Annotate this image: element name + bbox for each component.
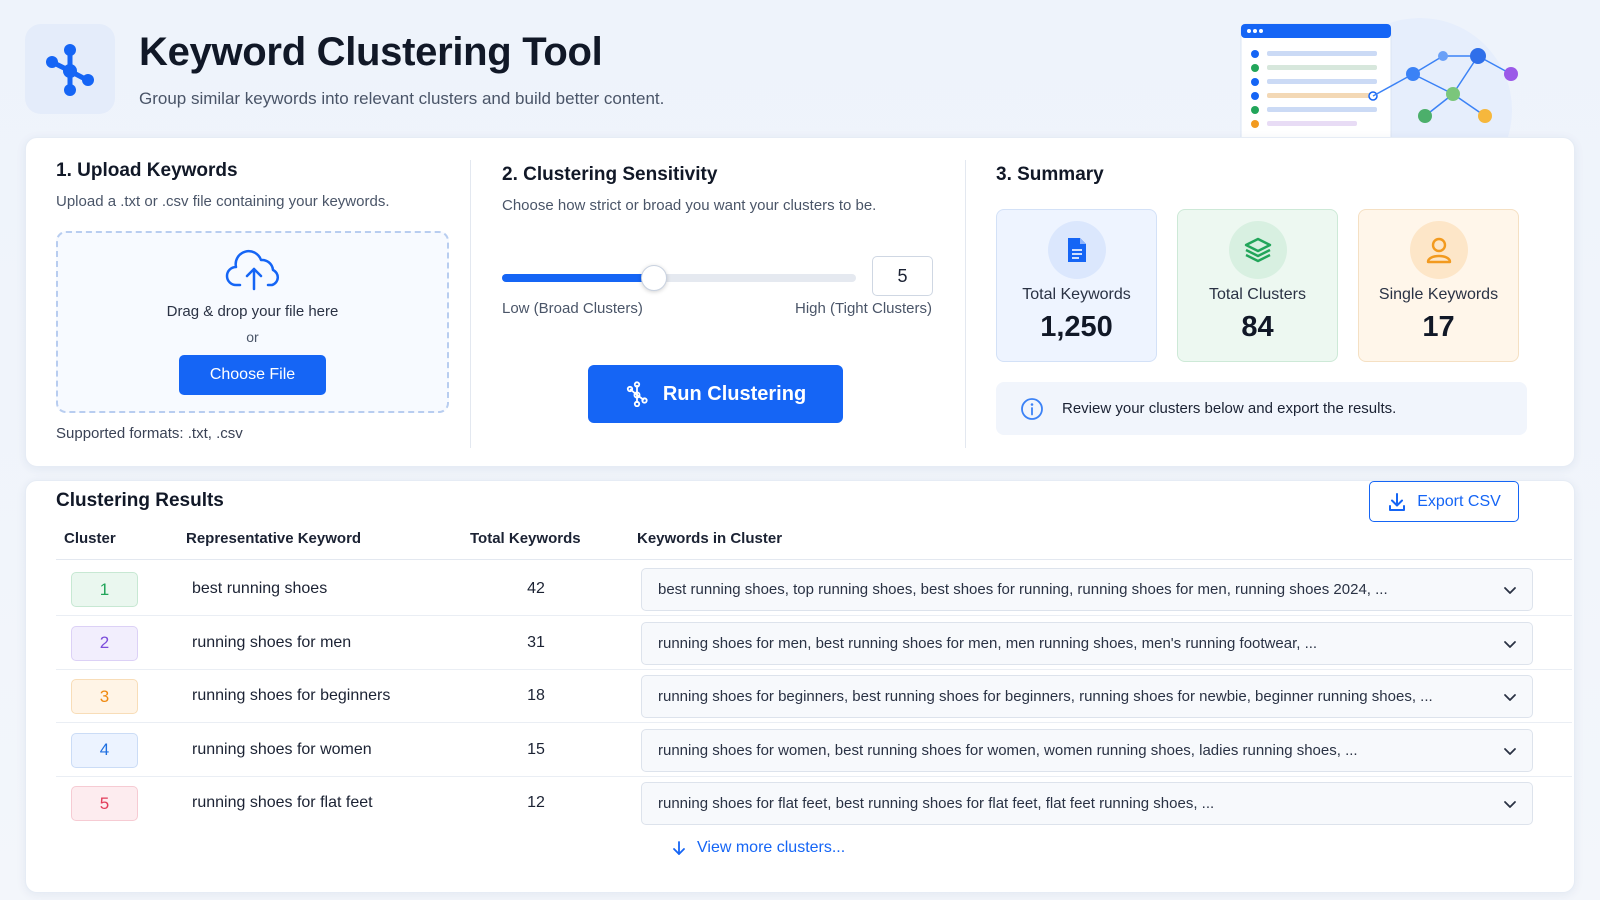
chevron-down-icon[interactable] <box>1502 743 1518 759</box>
slider-high-label: High (Tight Clusters) <box>795 300 932 317</box>
stat-value: 84 <box>1241 311 1274 343</box>
app-logo <box>25 24 115 114</box>
chevron-down-icon[interactable] <box>1502 582 1518 598</box>
cluster-logo-icon <box>46 44 94 96</box>
stat-label: Total Keywords <box>1022 286 1131 303</box>
view-more-link[interactable]: View more clusters... <box>671 839 845 857</box>
view-more-label: View more clusters... <box>697 839 846 856</box>
download-icon <box>1389 492 1406 511</box>
chevron-down-icon[interactable] <box>1502 636 1518 652</box>
keywords-list: running shoes for flat feet, best runnin… <box>658 795 1215 812</box>
cloud-upload-icon <box>225 249 279 291</box>
export-csv-button[interactable]: Export CSV <box>1369 481 1519 522</box>
column-header-cluster: Cluster <box>64 530 116 547</box>
cluster-badge: 5 <box>71 786 138 821</box>
app-header: Keyword Clustering Tool Group similar ke… <box>0 0 1600 140</box>
cluster-icon <box>626 381 648 407</box>
column-header-total: Total Keywords <box>470 530 581 547</box>
keywords-dropdown[interactable]: running shoes for men, best running shoe… <box>641 621 1533 665</box>
results-card: Clustering Results Export CSV Cluster Re… <box>25 480 1575 893</box>
keywords-list: running shoes for women, best running sh… <box>658 741 1358 759</box>
representative-keyword: running shoes for women <box>192 740 372 758</box>
document-icon <box>1068 238 1086 262</box>
cluster-badge: 2 <box>71 625 138 661</box>
slider-thumb[interactable] <box>641 265 668 291</box>
supported-formats: Supported formats: .txt, .csv <box>56 425 243 442</box>
stat-label: Total Clusters <box>1209 286 1306 303</box>
keywords-list: best running shoes, top running shoes, b… <box>658 581 1388 598</box>
page-title: Keyword Clustering Tool <box>139 30 603 74</box>
column-header-representative: Representative Keyword <box>186 530 362 547</box>
keywords-dropdown[interactable]: running shoes for flat feet, best runnin… <box>641 782 1533 825</box>
choose-file-button[interactable]: Choose File <box>179 355 326 395</box>
hero-illustration <box>1240 18 1518 140</box>
chevron-down-icon[interactable] <box>1502 796 1518 812</box>
stat-icon-badge <box>1410 221 1468 279</box>
drop-text: Drag & drop your file here <box>166 303 339 320</box>
stat-value: 17 <box>1422 311 1455 343</box>
representative-keyword: running shoes for flat feet <box>192 794 373 811</box>
total-keywords-count: 31 <box>527 633 545 651</box>
user-icon <box>1426 237 1452 264</box>
stat-icon-badge <box>1229 221 1287 279</box>
run-clustering-button[interactable]: Run Clustering <box>588 365 843 423</box>
summary-section-title: 3. Summary <box>996 164 1104 185</box>
sensitivity-slider[interactable] <box>502 265 856 291</box>
run-clustering-label: Run Clustering <box>662 382 807 405</box>
total-keywords-count: 12 <box>527 794 545 811</box>
representative-keyword: running shoes for beginners <box>192 687 391 704</box>
cluster-badge: 3 <box>71 679 138 714</box>
summary-info-box: Review your clusters below and export th… <box>996 382 1527 435</box>
upload-description: Upload a .txt or .csv file containing yo… <box>56 193 390 210</box>
table-row[interactable]: 1 best running shoes 42 best running shoes,… <box>56 562 1572 616</box>
table-row[interactable]: 2 running shoes for men 31 running shoes fo… <box>56 616 1572 670</box>
sensitivity-section-title: 2. Clustering Sensitivity <box>502 164 718 185</box>
stat-total-clusters: Total Clusters 84 <box>1177 209 1338 362</box>
sensitivity-value-input[interactable]: 5 <box>872 256 933 296</box>
keywords-list: running shoes for men, best running shoe… <box>658 634 1318 652</box>
section-divider <box>965 160 966 448</box>
section-divider <box>470 160 471 448</box>
settings-card: 1. Upload Keywords Upload a .txt or .csv… <box>25 137 1575 467</box>
representative-keyword: best running shoes <box>192 580 328 597</box>
summary-info-text: Review your clusters below and export th… <box>1062 400 1397 417</box>
representative-keyword: running shoes for men <box>192 633 352 651</box>
keywords-dropdown[interactable]: running shoes for women, best running sh… <box>641 728 1533 772</box>
slider-fill <box>502 274 655 282</box>
header-divider <box>56 559 1572 560</box>
layers-icon <box>1244 237 1272 263</box>
page-subtitle: Group similar keywords into relevant clu… <box>139 89 665 108</box>
drop-or-text: or <box>246 329 259 345</box>
total-keywords-count: 42 <box>527 580 545 597</box>
total-keywords-count: 15 <box>527 740 545 758</box>
keywords-list: running shoes for beginners, best runnin… <box>658 688 1433 705</box>
file-dropzone[interactable]: Drag & drop your file here or Choose Fil… <box>56 231 449 413</box>
keywords-dropdown[interactable]: running shoes for beginners, best runnin… <box>641 675 1533 718</box>
column-header-keywords: Keywords in Cluster <box>637 530 783 547</box>
table-row[interactable]: 4 running shoes for women 15 running shoes … <box>56 723 1572 777</box>
total-keywords-count: 18 <box>527 687 545 704</box>
cluster-badge: 4 <box>71 732 138 768</box>
stat-total-keywords: Total Keywords 1,250 <box>996 209 1157 362</box>
sensitivity-description: Choose how strict or broad you want your… <box>502 197 877 214</box>
info-icon <box>1020 397 1044 421</box>
slider-low-label: Low (Broad Clusters) <box>502 300 643 317</box>
export-csv-label: Export CSV <box>1417 492 1501 510</box>
arrow-down-icon <box>673 841 685 855</box>
stat-value: 1,250 <box>1040 311 1113 343</box>
chevron-down-icon[interactable] <box>1502 689 1518 705</box>
stat-single-keywords: Single Keywords 17 <box>1358 209 1519 362</box>
stat-icon-badge <box>1048 221 1106 279</box>
upload-section-title: 1. Upload Keywords <box>56 160 238 181</box>
table-row[interactable]: 5 running shoes for flat feet 12 running sh… <box>56 776 1572 830</box>
stat-label: Single Keywords <box>1378 286 1499 303</box>
results-title: Clustering Results <box>56 490 224 511</box>
cluster-badge: 1 <box>71 572 138 607</box>
table-row[interactable]: 3 running shoes for beginners 18 running sh… <box>56 669 1572 723</box>
keywords-dropdown[interactable]: best running shoes, top running shoes, b… <box>641 568 1533 611</box>
